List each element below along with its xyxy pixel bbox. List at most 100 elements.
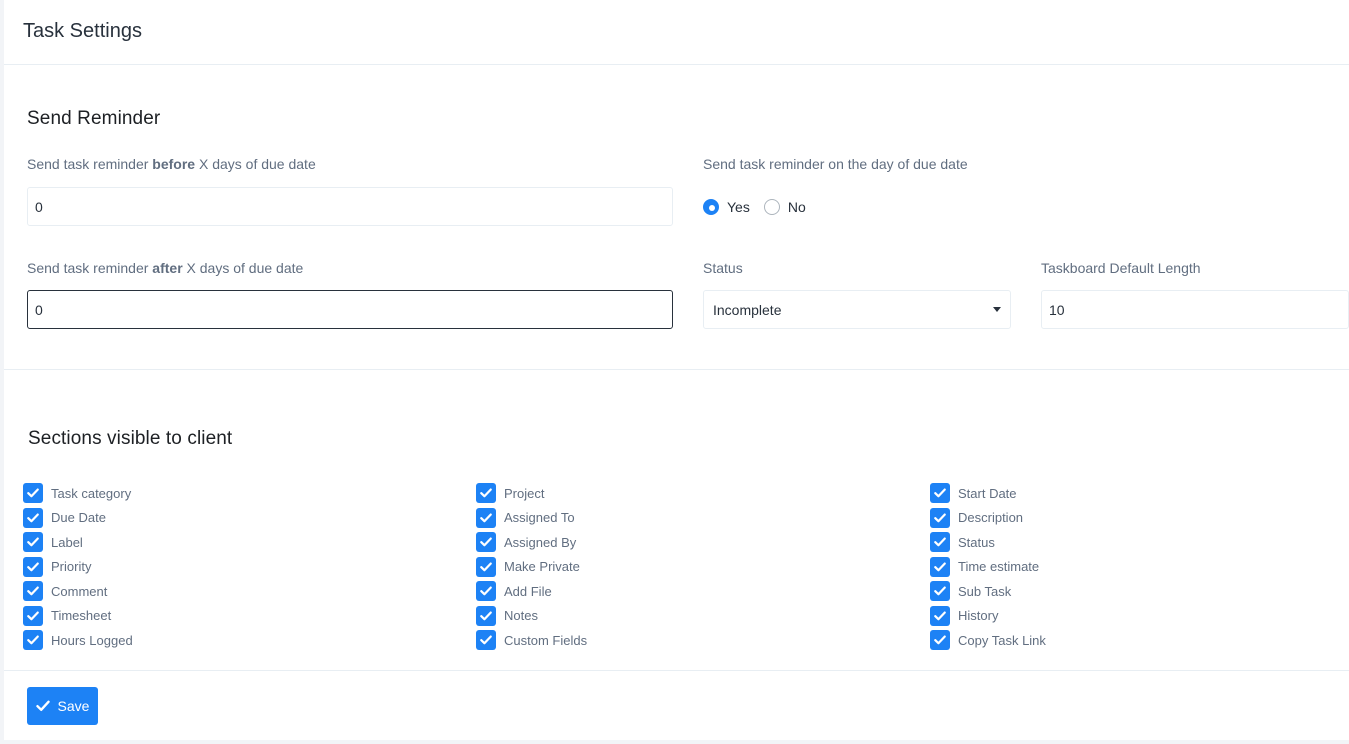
taskboard-length-input[interactable]: 10: [1041, 290, 1349, 329]
checkbox-label: Notes: [504, 608, 538, 624]
client-section-item[interactable]: Status: [930, 530, 1046, 555]
checkbox-checked-icon[interactable]: [476, 630, 496, 651]
client-sections-heading: Sections visible to client: [28, 428, 233, 449]
radio-label: No: [787, 199, 806, 215]
checkbox-checked-icon[interactable]: [476, 605, 496, 626]
radio-option-no[interactable]: No: [763, 199, 806, 215]
radio-option-yes[interactable]: Yes: [703, 199, 750, 215]
checkbox-checked-icon[interactable]: [23, 532, 43, 553]
checkbox-label: Assigned By: [504, 534, 577, 550]
client-section-item[interactable]: Notes: [476, 604, 587, 629]
reminder-before-label-pre: Send task reminder: [27, 156, 153, 172]
checkbox-label: Start Date: [958, 485, 1017, 501]
client-section-item[interactable]: Project: [476, 481, 587, 506]
client-section-item[interactable]: Label: [23, 530, 133, 555]
checkbox-checked-icon[interactable]: [930, 630, 950, 651]
status-select[interactable]: Incomplete: [703, 290, 1011, 329]
radio-button[interactable]: [703, 199, 719, 215]
reminder-after-input[interactable]: 0: [27, 290, 673, 329]
checkbox-label: Due Date: [51, 510, 106, 526]
reminder-before-input[interactable]: 0: [27, 187, 673, 226]
checkbox-label: Priority: [51, 559, 92, 575]
radio-label: Yes: [727, 199, 750, 215]
reminder-on-day-radio-group: Yes No: [703, 199, 820, 215]
taskboard-length-label: Taskboard Default Length: [1041, 260, 1201, 276]
checkbox-label: Make Private: [504, 559, 580, 575]
checkbox-checked-icon[interactable]: [23, 605, 43, 626]
reminder-before-label-post: X days of due date: [195, 156, 316, 172]
reminder-before-label-bold: before: [152, 156, 196, 172]
reminder-on-day-label: Send task reminder on the day of due dat…: [703, 156, 968, 172]
check-icon: [35, 700, 50, 711]
client-sections-column-1: Task category Due Date Label Priority Commen…: [23, 481, 133, 653]
checkbox-checked-icon[interactable]: [23, 483, 43, 504]
reminder-after-label-pre: Send task reminder: [27, 260, 153, 276]
client-section-item[interactable]: Copy Task Link: [930, 628, 1046, 653]
reminder-after-label-bold: after: [152, 260, 183, 276]
checkbox-label: Timesheet: [51, 608, 112, 624]
reminder-before-label: Send task reminder before X days of due …: [27, 156, 316, 172]
reminder-after-label: Send task reminder after X days of due d…: [27, 260, 303, 276]
checkbox-checked-icon[interactable]: [476, 507, 496, 528]
client-section-item[interactable]: Due Date: [23, 506, 133, 531]
client-section-item[interactable]: Add File: [476, 579, 587, 604]
checkbox-label: Custom Fields: [504, 632, 588, 648]
save-button-label: Save: [57, 698, 90, 714]
checkbox-label: Status: [958, 534, 995, 550]
checkbox-label: Copy Task Link: [958, 632, 1046, 648]
checkbox-checked-icon[interactable]: [476, 532, 496, 553]
client-section-item[interactable]: Comment: [23, 579, 133, 604]
task-settings-card: Task Settings Send Reminder Send task re…: [4, 0, 1349, 740]
reminder-after-label-post: X days of due date: [182, 260, 304, 276]
client-section-item[interactable]: Custom Fields: [476, 628, 587, 653]
client-section-item[interactable]: Assigned By: [476, 530, 587, 555]
status-select-value: Incomplete: [713, 301, 782, 318]
client-sections-column-2: Project Assigned To Assigned By Make Privat…: [476, 481, 587, 653]
card-header: Task Settings: [4, 0, 1349, 65]
section-divider: [4, 369, 1349, 370]
footer-divider: [4, 670, 1349, 671]
checkbox-checked-icon[interactable]: [23, 556, 43, 577]
client-section-item[interactable]: Assigned To: [476, 506, 587, 531]
save-button[interactable]: Save: [27, 687, 98, 725]
client-section-item[interactable]: Make Private: [476, 555, 587, 580]
checkbox-checked-icon[interactable]: [930, 483, 950, 504]
checkbox-label: Comment: [51, 583, 108, 599]
client-sections-column-3: Start Date Description Status Time estimate…: [930, 481, 1046, 653]
client-section-item[interactable]: Description: [930, 506, 1046, 531]
checkbox-label: Add File: [504, 583, 552, 599]
checkbox-label: Assigned To: [504, 510, 575, 526]
checkbox-label: Description: [958, 510, 1024, 526]
checkbox-label: Hours Logged: [51, 632, 133, 648]
client-section-item[interactable]: Priority: [23, 555, 133, 580]
checkbox-label: Task category: [51, 485, 132, 501]
checkbox-checked-icon[interactable]: [930, 507, 950, 528]
caret-down-icon: [993, 307, 1001, 312]
client-section-item[interactable]: Time estimate: [930, 555, 1046, 580]
client-section-item[interactable]: Sub Task: [930, 579, 1046, 604]
page-title: Task Settings: [23, 20, 142, 42]
client-section-item[interactable]: Task category: [23, 481, 133, 506]
client-section-item[interactable]: Start Date: [930, 481, 1046, 506]
client-section-item[interactable]: History: [930, 604, 1046, 629]
status-label: Status: [703, 260, 743, 276]
checkbox-checked-icon[interactable]: [23, 581, 43, 602]
checkbox-label: Project: [504, 485, 545, 501]
checkbox-checked-icon[interactable]: [930, 581, 950, 602]
checkbox-checked-icon[interactable]: [930, 605, 950, 626]
checkbox-checked-icon[interactable]: [23, 630, 43, 651]
client-section-item[interactable]: Timesheet: [23, 604, 133, 629]
checkbox-checked-icon[interactable]: [930, 532, 950, 553]
checkbox-label: Time estimate: [958, 559, 1040, 575]
client-section-item[interactable]: Hours Logged: [23, 628, 133, 653]
checkbox-checked-icon[interactable]: [23, 507, 43, 528]
checkbox-checked-icon[interactable]: [930, 556, 950, 577]
radio-button[interactable]: [763, 199, 780, 215]
checkbox-checked-icon[interactable]: [476, 556, 496, 577]
checkbox-label: Sub Task: [958, 583, 1012, 599]
checkbox-label: History: [958, 608, 999, 624]
checkbox-checked-icon[interactable]: [476, 483, 496, 504]
send-reminder-heading: Send Reminder: [27, 108, 161, 129]
checkbox-checked-icon[interactable]: [476, 581, 496, 602]
checkbox-label: Label: [51, 534, 83, 550]
